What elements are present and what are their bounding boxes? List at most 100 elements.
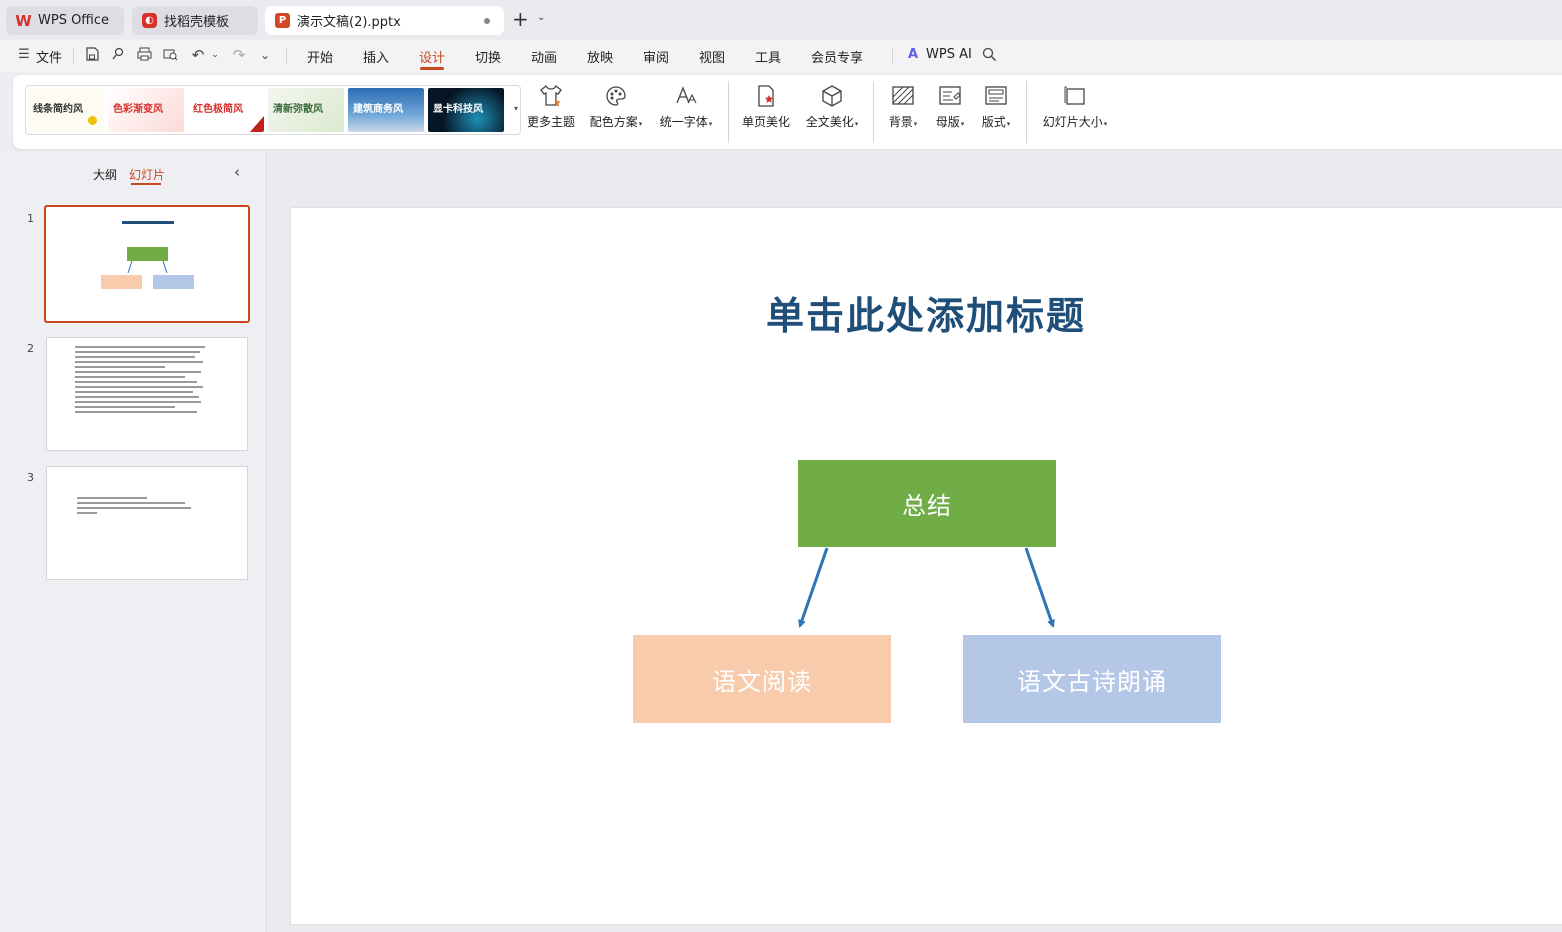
- thumb-right-box: [153, 275, 194, 289]
- arrow-to-left-box: [798, 547, 829, 628]
- background-button[interactable]: 背景▾: [885, 83, 921, 141]
- tab-modified-dot-icon[interactable]: [484, 18, 490, 24]
- divider: [728, 81, 729, 143]
- slide-number: 1: [27, 212, 34, 225]
- redo-icon[interactable]: ↷: [231, 47, 247, 63]
- master-button[interactable]: 母版▾: [931, 83, 969, 141]
- thumb-text-line: [75, 366, 165, 368]
- menu-design[interactable]: 设计: [419, 47, 445, 66]
- master-slide-icon: [939, 86, 961, 105]
- collapse-panel-chevron-icon[interactable]: ‹: [234, 163, 240, 181]
- quick-access-more-icon[interactable]: ⌄: [257, 47, 273, 63]
- thumb-text-line: [75, 371, 201, 373]
- menu-insert[interactable]: 插入: [363, 47, 389, 66]
- connector-arrows[interactable]: [291, 208, 1562, 924]
- background-icon: [892, 86, 914, 105]
- unify-font-button[interactable]: 统一字体▾: [655, 83, 717, 141]
- slide-thumbnail-3[interactable]: [46, 466, 248, 580]
- search-icon[interactable]: [981, 47, 997, 63]
- thumb-text-line: [77, 502, 185, 504]
- tab-label: 找稻壳模板: [164, 15, 230, 30]
- hamburger-menu-icon[interactable]: ☰: [16, 47, 32, 63]
- palette-icon: [606, 86, 626, 106]
- menu-review[interactable]: 审阅: [643, 47, 669, 66]
- menu-home[interactable]: 开始: [307, 47, 333, 66]
- slide-thumbnail-2[interactable]: [46, 337, 248, 451]
- thumb-text-line: [75, 396, 199, 398]
- thumb-text-line: [75, 351, 200, 353]
- design-ribbon: 线条简约风 色彩渐变风 红色极简风 清新弥散风 建筑商务风 显卡科技风 ▾ 更多…: [13, 75, 1562, 149]
- slide-size-button[interactable]: 幻灯片大小▾: [1039, 83, 1111, 141]
- print-preview-icon[interactable]: [162, 47, 178, 63]
- theme-label: 清新弥散风: [273, 104, 323, 115]
- thumb-text-line: [77, 497, 147, 499]
- tab-slides[interactable]: 幻灯片: [129, 166, 165, 183]
- thumb-text-line: [77, 507, 191, 509]
- theme-gallery: 线条简约风 色彩渐变风 红色极简风 清新弥散风 建筑商务风 显卡科技风 ▾: [25, 85, 521, 135]
- active-panel-tab-indicator: [131, 183, 161, 185]
- new-tab-plus-icon[interactable]: +: [512, 9, 529, 29]
- color-scheme-button[interactable]: 配色方案▾: [585, 83, 647, 141]
- font-icon: [676, 86, 697, 104]
- divider: [1026, 81, 1027, 143]
- tab-list-chevron-icon[interactable]: ⌄: [537, 12, 545, 23]
- page-beautify-icon: [758, 85, 774, 107]
- left-box[interactable]: 语文阅读: [633, 635, 891, 723]
- right-box[interactable]: 语文古诗朗诵: [963, 635, 1221, 723]
- layout-button[interactable]: 版式▾: [977, 83, 1015, 141]
- tab-outline[interactable]: 大纲: [93, 166, 117, 183]
- thumb-arrows: [127, 260, 168, 274]
- menu-file[interactable]: 文件: [36, 47, 62, 66]
- theme-label: 建筑商务风: [353, 104, 403, 115]
- menu-tools[interactable]: 工具: [755, 47, 781, 66]
- wps-logo-icon: W: [15, 11, 32, 30]
- save-icon[interactable]: [84, 47, 100, 63]
- theme-card-fresh-diffuse[interactable]: 清新弥散风: [268, 88, 344, 132]
- theme-label: 色彩渐变风: [113, 104, 163, 115]
- full-beautify-button[interactable]: 全文美化▾: [801, 83, 863, 141]
- docer-icon: ◐: [142, 13, 157, 28]
- tab-label: 演示文稿(2).pptx: [297, 15, 401, 30]
- slide-panel: 大纲 幻灯片 ‹ 1 2 3: [0, 152, 267, 932]
- tab-docer-templates[interactable]: ◐ 找稻壳模板: [132, 6, 258, 35]
- undo-icon[interactable]: ↶: [190, 47, 206, 63]
- theme-card-architecture-business[interactable]: 建筑商务风: [348, 88, 424, 132]
- theme-label: 红色极简风: [193, 104, 243, 115]
- thumb-left-box: [101, 275, 142, 289]
- tab-bar: W WPS Office ◐ 找稻壳模板 P 演示文稿(2).pptx + ⌄: [0, 0, 1562, 40]
- tab-presentation[interactable]: P 演示文稿(2).pptx: [265, 6, 504, 35]
- gallery-expand-icon[interactable]: ▾: [514, 104, 518, 113]
- wps-ai-button[interactable]: WPS AI: [926, 47, 972, 62]
- menu-membership[interactable]: 会员专享: [811, 47, 863, 66]
- current-slide[interactable]: 单击此处添加标题 总结 语文阅读 语文古诗朗诵: [291, 208, 1562, 924]
- thumb-text-line: [75, 376, 185, 378]
- menu-animations[interactable]: 动画: [531, 47, 557, 66]
- thumb-text-line: [75, 381, 197, 383]
- theme-card-gradient[interactable]: 色彩渐变风: [108, 88, 184, 132]
- slide-number: 2: [27, 342, 34, 355]
- slide-thumbnail-1[interactable]: [44, 205, 250, 323]
- theme-card-gpu-tech[interactable]: 显卡科技风: [428, 88, 504, 132]
- menu-transitions[interactable]: 切换: [475, 47, 501, 66]
- theme-accent-dot-icon: [88, 116, 97, 125]
- divider: [73, 48, 74, 64]
- format-painter-icon[interactable]: [110, 47, 126, 63]
- divider: [892, 48, 893, 64]
- print-icon[interactable]: [136, 47, 152, 63]
- thumb-text-line: [75, 391, 193, 393]
- page-beautify-button[interactable]: 单页美化: [740, 83, 792, 141]
- undo-dropdown-icon[interactable]: ⌄: [207, 47, 223, 63]
- layout-icon: [985, 86, 1007, 105]
- tab-wps-office[interactable]: W WPS Office: [6, 6, 124, 35]
- thumb-text-line: [75, 401, 201, 403]
- thumb-text-line: [75, 411, 197, 413]
- menu-view[interactable]: 视图: [699, 47, 725, 66]
- wps-ai-icon[interactable]: A: [905, 47, 921, 63]
- menu-slideshow[interactable]: 放映: [587, 47, 613, 66]
- divider: [286, 48, 287, 64]
- thumb-text-line: [75, 406, 175, 408]
- theme-card-minimal-line[interactable]: 线条简约风: [28, 88, 104, 132]
- theme-card-red-minimal[interactable]: 红色极简风: [188, 88, 264, 132]
- theme-label: 线条简约风: [33, 104, 83, 115]
- more-themes-button[interactable]: 更多主题: [525, 83, 577, 141]
